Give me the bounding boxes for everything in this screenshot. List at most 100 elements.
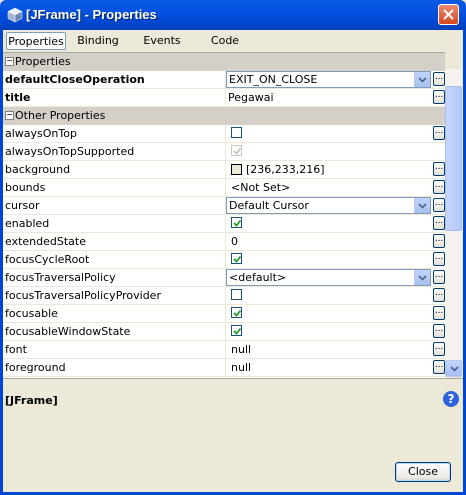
ellipsis-button[interactable]: ... <box>433 162 445 176</box>
property-value-foreground[interactable]: null <box>231 361 251 374</box>
dropdown-button[interactable] <box>414 270 430 285</box>
close-button[interactable]: Close <box>395 462 451 482</box>
property-name: font <box>5 343 27 356</box>
category-label: Properties <box>15 55 71 68</box>
property-row-focusTraversalPolicyProvider: focusTraversalPolicyProvider ... <box>3 287 445 305</box>
property-name: bounds <box>5 181 46 194</box>
ellipsis-button[interactable]: ... <box>433 72 445 86</box>
ellipsis-button[interactable]: ... <box>433 288 445 302</box>
always-on-top-checkbox[interactable] <box>231 127 242 138</box>
checkmark-icon <box>233 148 242 155</box>
property-row-font: font null ... <box>3 341 445 359</box>
property-value-font[interactable]: null <box>231 343 251 356</box>
category-label: Other Properties <box>15 109 106 122</box>
property-row-alwaysOnTopSupported: alwaysOnTopSupported <box>3 143 445 161</box>
property-name: focusable <box>5 307 58 320</box>
chevron-down-icon <box>450 366 459 372</box>
description-title: [JFrame] <box>5 394 58 407</box>
focus-traversal-policy-provider-checkbox[interactable] <box>231 289 242 300</box>
cursor-combo[interactable]: Default Cursor <box>226 197 431 214</box>
combo-value: Default Cursor <box>229 199 309 212</box>
property-name: focusCycleRoot <box>5 253 90 266</box>
property-row-foreground: foreground null ... <box>3 359 445 377</box>
property-name: alwaysOnTopSupported <box>5 145 135 158</box>
property-row-background: background [236,233,216] ... <box>3 161 445 179</box>
property-value-bounds[interactable]: <Not Set> <box>231 181 290 194</box>
description-panel: [JFrame] ? <box>3 385 463 445</box>
property-row-focusable: focusable ... <box>3 305 445 323</box>
default-close-operation-combo[interactable]: EXIT_ON_CLOSE <box>226 71 431 88</box>
ellipsis-button[interactable]: ... <box>433 126 445 140</box>
property-row-alwaysOnTop: alwaysOnTop ... <box>3 125 445 143</box>
ellipsis-button[interactable]: ... <box>433 324 445 338</box>
property-name: background <box>5 163 71 176</box>
color-swatch <box>231 164 242 175</box>
collapse-icon[interactable]: − <box>5 57 14 66</box>
property-row-focusableWindowState: focusableWindowState ... <box>3 323 445 341</box>
dropdown-button[interactable] <box>414 72 430 87</box>
property-name: extendedState <box>5 235 86 248</box>
title-bar[interactable]: [JFrame] - Properties <box>0 0 466 30</box>
help-icon[interactable]: ? <box>443 391 459 407</box>
chevron-down-icon <box>418 77 427 83</box>
property-row-extendedState: extendedState 0 ... <box>3 233 445 251</box>
collapse-icon[interactable]: − <box>5 111 14 120</box>
enabled-checkbox[interactable] <box>231 217 242 228</box>
property-name: cursor <box>5 199 40 212</box>
ellipsis-button[interactable]: ... <box>433 252 445 266</box>
property-row-focusCycleRoot: focusCycleRoot ... <box>3 251 445 269</box>
property-name: enabled <box>5 217 50 230</box>
category-other-properties[interactable]: − Other Properties <box>3 107 445 125</box>
checkmark-icon <box>233 255 242 263</box>
close-icon <box>443 9 454 20</box>
ellipsis-button[interactable]: ... <box>433 90 445 104</box>
property-row-cursor: cursor Default Cursor ... <box>3 197 445 215</box>
property-name: focusTraversalPolicy <box>5 271 116 284</box>
property-row-focusTraversalPolicy: focusTraversalPolicy <default> ... <box>3 269 445 287</box>
checkmark-icon <box>233 219 242 227</box>
tab-properties[interactable]: Properties <box>6 32 66 50</box>
focusable-checkbox[interactable] <box>231 307 242 318</box>
tab-events[interactable]: Events <box>134 32 190 50</box>
tab-binding[interactable]: Binding <box>72 32 124 50</box>
chevron-down-icon <box>418 203 427 209</box>
properties-window: [JFrame] - Properties Properties Binding… <box>0 0 466 495</box>
focus-traversal-policy-combo[interactable]: <default> <box>226 269 431 286</box>
combo-value: EXIT_ON_CLOSE <box>229 73 318 86</box>
ellipsis-button[interactable]: ... <box>433 270 445 284</box>
ellipsis-button[interactable]: ... <box>433 306 445 320</box>
ellipsis-button[interactable]: ... <box>433 216 445 230</box>
window-title: [JFrame] - Properties <box>26 7 157 22</box>
property-name: defaultCloseOperation <box>5 73 145 86</box>
ellipsis-button[interactable]: ... <box>433 180 445 194</box>
property-name: alwaysOnTop <box>5 127 77 140</box>
cube-icon <box>7 7 23 23</box>
property-sheet: − Properties defaultCloseOperation EXIT_… <box>3 52 445 378</box>
scrollbar-thumb[interactable] <box>445 86 462 231</box>
property-value-background[interactable]: [236,233,216] <box>246 163 325 176</box>
tab-code[interactable]: Code <box>200 32 250 50</box>
chevron-down-icon <box>418 275 427 281</box>
scroll-down-button[interactable] <box>445 360 462 377</box>
dropdown-button[interactable] <box>414 198 430 213</box>
ellipsis-button[interactable]: ... <box>433 342 445 356</box>
checkmark-icon <box>233 327 242 335</box>
category-properties[interactable]: − Properties <box>3 53 445 71</box>
window-close-button[interactable] <box>438 4 459 25</box>
focus-cycle-root-checkbox[interactable] <box>231 253 242 264</box>
checkmark-icon <box>233 309 242 317</box>
property-name: title <box>5 91 31 104</box>
ellipsis-button[interactable]: ... <box>433 234 445 248</box>
ellipsis-button[interactable]: ... <box>433 198 445 212</box>
ellipsis-button[interactable]: ... <box>433 360 445 374</box>
description-splitter[interactable] <box>3 378 463 383</box>
property-value-title[interactable]: Pegawai <box>228 91 274 104</box>
property-value-extendedState[interactable]: 0 <box>231 235 238 248</box>
property-row-enabled: enabled ... <box>3 215 445 233</box>
property-name: foreground <box>5 361 66 374</box>
property-row-bounds: bounds <Not Set> ... <box>3 179 445 197</box>
focusable-window-state-checkbox[interactable] <box>231 325 242 336</box>
combo-value: <default> <box>229 271 287 284</box>
property-name: focusableWindowState <box>5 325 131 338</box>
property-sheet-scrollbar[interactable] <box>445 69 462 377</box>
